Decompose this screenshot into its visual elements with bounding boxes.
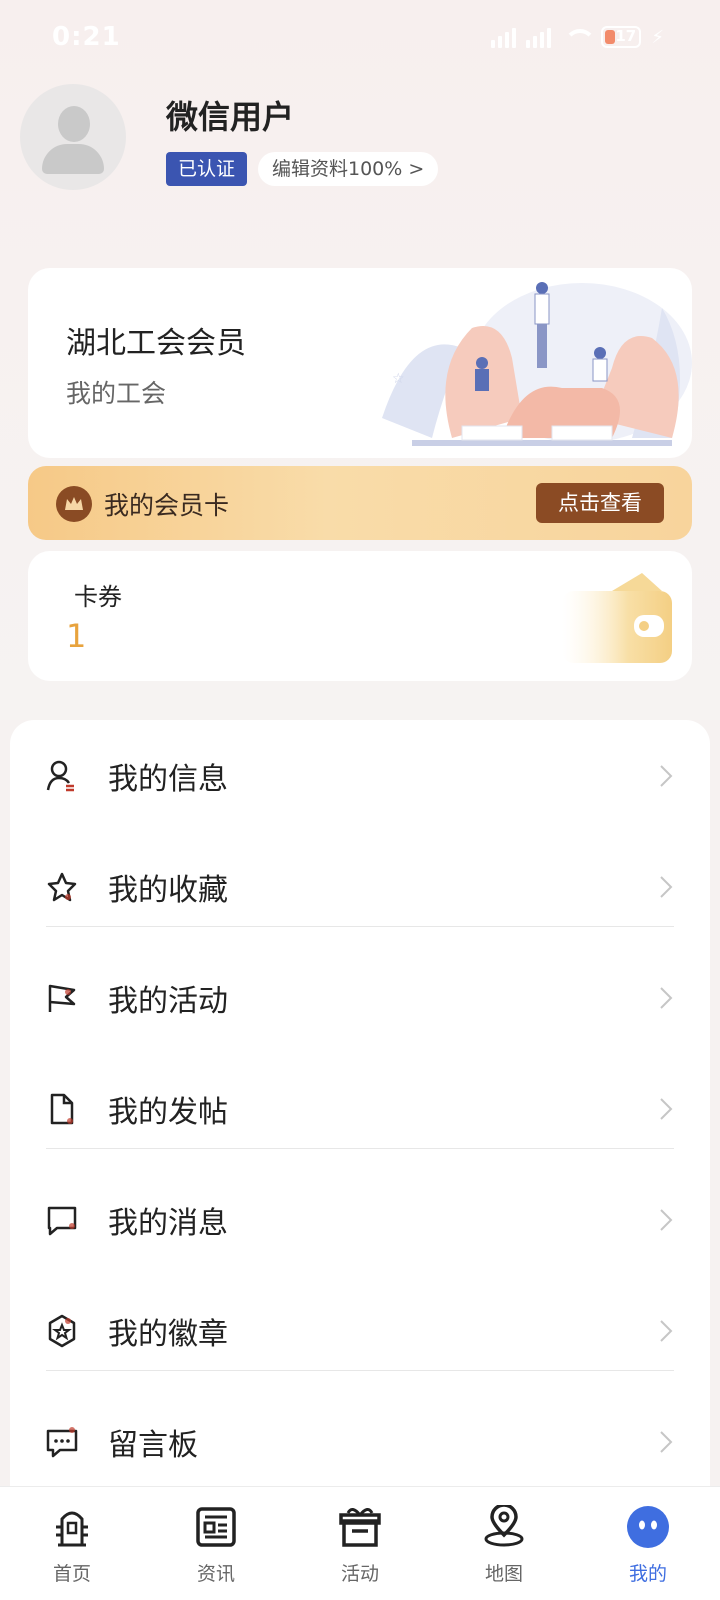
star-icon bbox=[47, 872, 77, 902]
tab-label: 资讯 bbox=[196, 1563, 235, 1585]
comment-board-icon bbox=[46, 1427, 78, 1458]
wifi-icon bbox=[561, 26, 597, 48]
home-tower-icon bbox=[56, 1511, 88, 1547]
badge-icon bbox=[48, 1314, 76, 1348]
battery-icon: 17 bbox=[601, 26, 642, 48]
user-icon bbox=[46, 760, 74, 792]
flag-icon bbox=[48, 984, 76, 1012]
chevron-right-icon bbox=[660, 1098, 673, 1120]
menu-item-label: 我的收藏 bbox=[108, 873, 228, 908]
tab-label: 活动 bbox=[340, 1563, 379, 1585]
union-membership-card[interactable]: 湖北工会会员 我的工会 ☆ bbox=[28, 268, 692, 458]
charging-icon: ⚡ bbox=[651, 26, 664, 48]
menu-item-label: 我的信息 bbox=[108, 762, 228, 797]
menu-divider bbox=[46, 1370, 674, 1371]
tab-news[interactable]: 资讯 bbox=[144, 1487, 288, 1600]
username: 微信用户 bbox=[166, 98, 295, 136]
tab-mine[interactable]: 我的 bbox=[576, 1487, 720, 1600]
chevron-right-icon bbox=[660, 876, 673, 898]
chevron-right-icon bbox=[660, 1431, 673, 1453]
menu-divider bbox=[46, 1148, 674, 1149]
battery-level: 17 bbox=[615, 27, 637, 45]
wallet-icon bbox=[562, 573, 672, 663]
profile-face-icon bbox=[627, 1506, 669, 1548]
menu-item-message-board[interactable]: 留言板 bbox=[10, 1386, 710, 1498]
member-card-bar[interactable]: 我的会员卡 点击查看 bbox=[28, 466, 692, 540]
tab-label: 首页 bbox=[52, 1563, 91, 1585]
status-icons: 17 ⚡ bbox=[491, 26, 664, 48]
edit-profile-button[interactable]: 编辑资料100% > bbox=[258, 152, 439, 186]
tab-label: 我的 bbox=[628, 1563, 667, 1585]
tab-home[interactable]: 首页 bbox=[0, 1487, 144, 1600]
document-icon bbox=[50, 1093, 74, 1125]
member-card-label: 我的会员卡 bbox=[104, 491, 230, 520]
status-bar: 0:21 17 ⚡ bbox=[0, 0, 720, 80]
avatar[interactable] bbox=[20, 84, 126, 190]
menu-item-label: 我的活动 bbox=[108, 984, 228, 1019]
menu-item-label: 我的徽章 bbox=[108, 1317, 228, 1352]
gift-icon bbox=[339, 1508, 381, 1547]
message-icon bbox=[47, 1206, 77, 1236]
menu-item-label: 留言板 bbox=[108, 1428, 198, 1463]
verified-badge: 已认证 bbox=[166, 152, 248, 186]
union-card-title: 湖北工会会员 bbox=[66, 326, 246, 361]
menu-item-my-info[interactable]: 我的信息 bbox=[10, 720, 710, 832]
coupon-count: 1 bbox=[66, 617, 87, 655]
tab-activities[interactable]: 活动 bbox=[288, 1487, 432, 1600]
chevron-right-icon bbox=[660, 1209, 673, 1231]
coupon-label: 卡券 bbox=[74, 583, 122, 611]
tab-map[interactable]: 地图 bbox=[432, 1487, 576, 1600]
signal-icon bbox=[491, 26, 517, 48]
chevron-right-icon bbox=[660, 765, 673, 787]
status-time: 0:21 bbox=[52, 22, 121, 52]
union-illustration: ☆ bbox=[382, 282, 692, 446]
menu-panel: 我的信息 我的收藏 我的活动 我的发帖 我的消息 我的徽章 留言板 bbox=[10, 720, 710, 1520]
crown-icon bbox=[56, 486, 92, 522]
bottom-tab-bar: 首页 资讯 活动 地图 我的 bbox=[0, 1486, 720, 1600]
news-icon bbox=[196, 1507, 236, 1547]
chevron-right-icon bbox=[660, 987, 673, 1009]
menu-item-label: 我的发帖 bbox=[108, 1095, 228, 1130]
tab-label: 地图 bbox=[484, 1563, 523, 1585]
signal-icon-2 bbox=[526, 26, 552, 48]
chevron-right-icon bbox=[660, 1320, 673, 1342]
union-card-subtitle: 我的工会 bbox=[66, 379, 167, 408]
menu-item-my-activities[interactable]: 我的活动 bbox=[10, 942, 710, 1054]
menu-item-my-messages[interactable]: 我的消息 bbox=[10, 1164, 710, 1276]
coupon-card[interactable]: 卡券 1 bbox=[28, 551, 692, 681]
svg-text:☆: ☆ bbox=[392, 371, 405, 387]
view-member-card-button[interactable]: 点击查看 bbox=[536, 483, 664, 523]
map-pin-icon bbox=[484, 1505, 524, 1547]
menu-divider bbox=[46, 926, 674, 927]
menu-item-label: 我的消息 bbox=[108, 1206, 228, 1241]
